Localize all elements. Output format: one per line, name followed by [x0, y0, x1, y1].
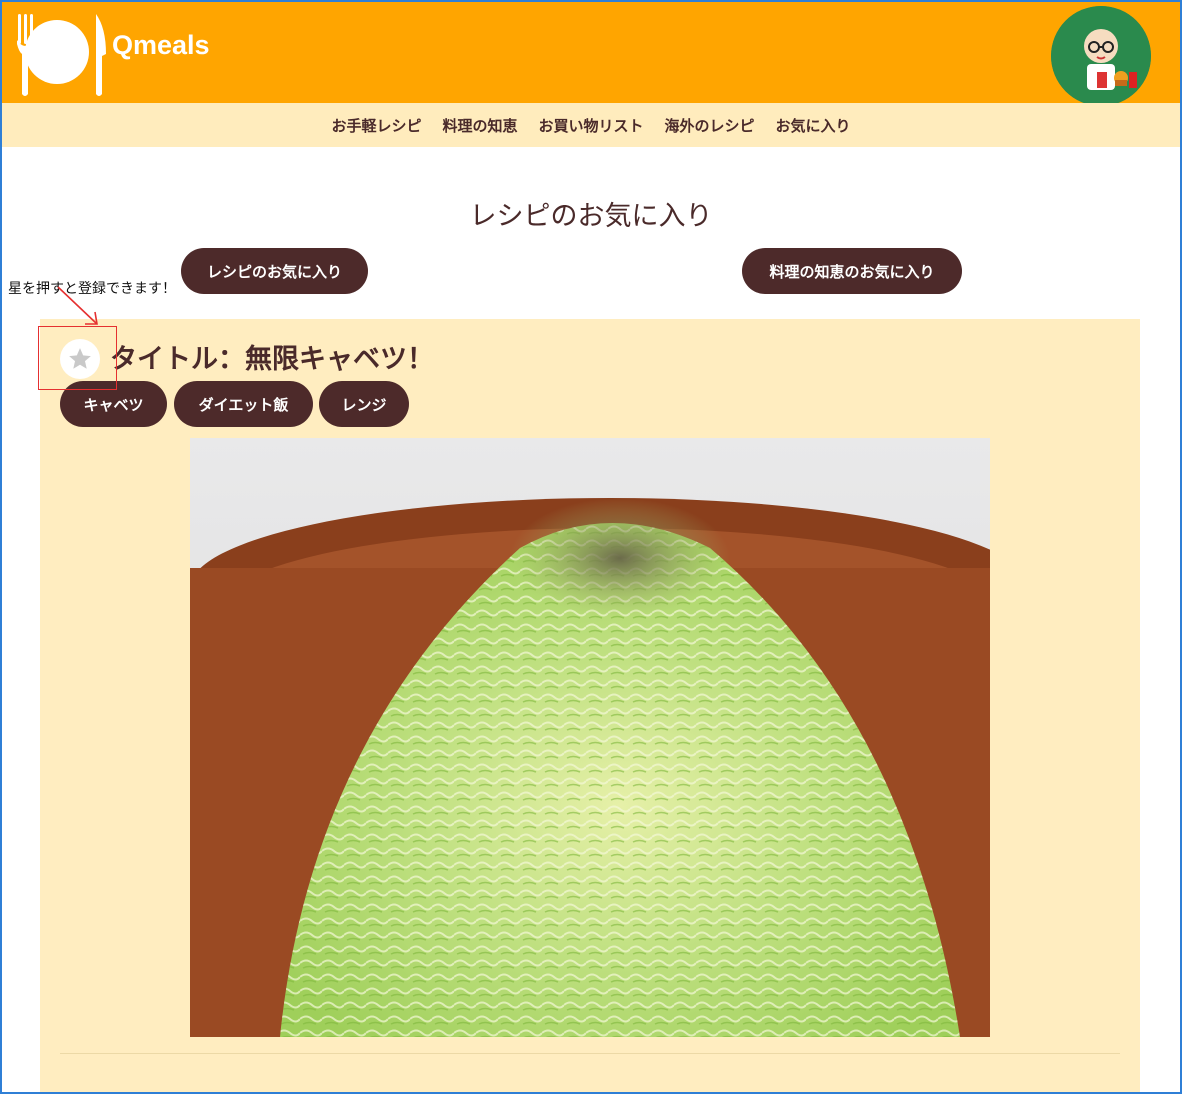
star-highlight-box [38, 326, 117, 390]
recipe-photo[interactable] [190, 438, 990, 1037]
nav-item-easy-recipes[interactable]: お手軽レシピ [331, 115, 421, 136]
hint-arrow-icon [57, 286, 98, 325]
tips-favorites-button[interactable]: 料理の知恵のお気に入り [742, 248, 962, 294]
tag-diet-meal[interactable]: ダイエット飯 [174, 381, 313, 427]
tag-microwave[interactable]: レンジ [319, 381, 409, 427]
nav-item-favorites[interactable]: お気に入り [776, 115, 851, 136]
user-avatar-icon[interactable] [1051, 6, 1151, 106]
fork-plate-knife-icon[interactable] [10, 10, 110, 96]
recipe-title[interactable]: タイトル：無限キャベツ！ [110, 337, 434, 376]
site-header: Qmeals [2, 2, 1180, 106]
main-nav: お手軽レシピ 料理の知恵 お買い物リスト 海外のレシピ お気に入り [2, 103, 1180, 147]
page-title: レシピのお気に入り [469, 201, 713, 232]
nav-item-shopping-list[interactable]: お買い物リスト [538, 115, 643, 136]
nav-item-overseas-recipes[interactable]: 海外のレシピ [665, 115, 755, 136]
nav-item-cooking-tips[interactable]: 料理の知恵 [442, 115, 517, 136]
recipe-favorites-button[interactable]: レシピのお気に入り [181, 248, 368, 294]
card-divider [60, 1053, 1120, 1054]
brand-name[interactable]: Qmeals [112, 30, 210, 61]
